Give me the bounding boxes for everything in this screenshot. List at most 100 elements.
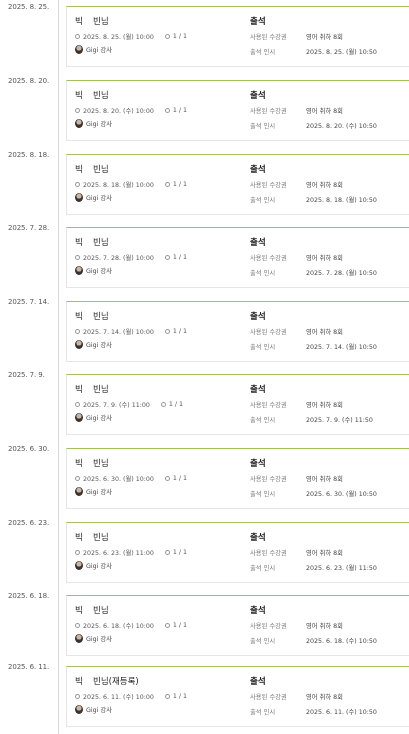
student-name-row: 빅 빈님 xyxy=(75,531,245,543)
student-surname: 빅 xyxy=(75,238,83,248)
clock-icon xyxy=(75,623,80,628)
teacher-name: Gigi 강사 xyxy=(86,635,112,643)
lesson-time: 2025. 8. 20. (수) 10:00 xyxy=(83,108,154,115)
lesson-count: 1 / 1 xyxy=(172,107,188,114)
lesson-time: 2025. 7. 14. (월) 10:00 xyxy=(83,329,154,336)
attendance-time-label: 출석 인시 xyxy=(250,417,276,424)
lesson-time: 2025. 6. 23. (월) 11:00 xyxy=(83,550,154,557)
attendance-time-value: 2025. 6. 23. (월) 11:50 xyxy=(306,565,377,572)
attendance-time-value: 2025. 6. 11. (수) 10:50 xyxy=(306,709,377,716)
used-ticket-label: 사용된 수강권 xyxy=(250,255,287,262)
used-ticket-label: 사용된 수강권 xyxy=(250,694,287,701)
clock-icon xyxy=(75,255,80,260)
teacher-name: Gigi 강사 xyxy=(86,414,112,422)
status-badge: 출석 xyxy=(250,533,266,543)
used-ticket-value: 영어 취하 8회 xyxy=(306,476,343,483)
attendance-time-value: 2025. 8. 18. (월) 10:50 xyxy=(306,197,377,204)
attendance-card[interactable]: 빅 빈님 2025. 8. 25. (월) 10:00 1 / 1 Gigi 강사 … xyxy=(66,6,409,67)
used-ticket-value: 영어 취하 8회 xyxy=(306,182,343,189)
teacher-avatar xyxy=(75,633,83,643)
attendance-card[interactable]: 빅 빈님 2025. 7. 9. (수) 11:00 1 / 1 Gigi 강사 출… xyxy=(66,374,409,435)
used-ticket-value: 영어 취하 8회 xyxy=(306,402,343,409)
clock-icon xyxy=(75,329,80,334)
attendance-card[interactable]: 빅 빈님 2025. 7. 14. (월) 10:00 1 / 1 Gigi 강사 … xyxy=(66,301,409,362)
clock-icon xyxy=(75,34,80,39)
teacher-avatar xyxy=(75,192,83,202)
attendance-time-value: 2025. 7. 14. (월) 10:50 xyxy=(306,344,377,351)
lesson-time: 2025. 6. 30. (월) 10:00 xyxy=(83,476,154,483)
teacher-avatar xyxy=(75,704,83,714)
attendance-card[interactable]: 빅 빈님 2025. 6. 30. (월) 10:00 1 / 1 Gigi 강사 … xyxy=(66,448,409,509)
status-badge: 출석 xyxy=(250,91,266,101)
lesson-time: 2025. 6. 18. (수) 10:00 xyxy=(83,623,154,630)
entry-date: 2025. 8. 20. xyxy=(8,77,50,85)
used-ticket-value: 영어 취하 8회 xyxy=(306,34,343,41)
used-ticket-value: 영어 취하 8회 xyxy=(306,108,343,115)
teacher-name: Gigi 강사 xyxy=(86,120,112,128)
student-name: 빈님 xyxy=(93,17,109,27)
attendance-time-label: 출석 인시 xyxy=(250,270,276,277)
timeline-entry: 2025. 7. 28. 빅 빈님 2025. 7. 28. (월) 10:00 1… xyxy=(0,221,409,295)
clock-icon xyxy=(75,182,80,187)
student-name: 빈님 xyxy=(93,238,109,248)
attendance-card[interactable]: 빅 빈님(재등록) 2025. 6. 11. (수) 10:00 1 / 1 Gig… xyxy=(66,666,409,727)
status-badge: 출석 xyxy=(250,165,266,175)
timeline-entry: 2025. 6. 30. 빅 빈님 2025. 6. 30. (월) 10:00 1… xyxy=(0,442,409,516)
used-ticket-label: 사용된 수강권 xyxy=(250,550,287,557)
teacher-name: Gigi 강사 xyxy=(86,562,112,570)
teacher-avatar xyxy=(75,44,83,54)
used-ticket-value: 영어 취하 8회 xyxy=(306,329,343,336)
teacher-avatar xyxy=(75,339,83,349)
attendance-time-label: 출석 인시 xyxy=(250,197,276,204)
person-icon xyxy=(164,476,170,481)
student-name-row: 빅 빈님 xyxy=(75,383,245,395)
clock-icon xyxy=(75,108,80,113)
entry-date: 2025. 6. 23. xyxy=(8,519,50,527)
status-badge: 출석 xyxy=(250,238,266,248)
attendance-card[interactable]: 빅 빈님 2025. 8. 18. (월) 10:00 1 / 1 Gigi 강사 … xyxy=(66,154,409,215)
entry-date: 2025. 6. 11. xyxy=(8,663,50,671)
student-surname: 빅 xyxy=(75,677,83,687)
clock-icon xyxy=(75,550,80,555)
status-badge: 출석 xyxy=(250,606,266,616)
teacher-avatar xyxy=(75,560,83,570)
timeline-entry: 2025. 6. 18. 빅 빈님 2025. 6. 18. (수) 10:00 1… xyxy=(0,589,409,663)
lesson-count: 1 / 1 xyxy=(172,328,188,335)
used-ticket-label: 사용된 수강권 xyxy=(250,182,287,189)
teacher-avatar xyxy=(75,265,83,275)
student-name-row: 빅 빈님 xyxy=(75,310,245,322)
person-icon xyxy=(164,329,170,334)
used-ticket-label: 사용된 수강권 xyxy=(250,476,287,483)
teacher-avatar xyxy=(75,118,83,128)
attendance-time-value: 2025. 8. 20. (수) 10:50 xyxy=(306,123,377,130)
attendance-card[interactable]: 빅 빈님 2025. 6. 23. (월) 11:00 1 / 1 Gigi 강사 … xyxy=(66,522,409,583)
lesson-count: 1 / 1 xyxy=(172,254,188,261)
lesson-time: 2025. 6. 11. (수) 10:00 xyxy=(83,694,154,701)
timeline-entry: 2025. 6. 11. 빅 빈님(재등록) 2025. 6. 11. (수) 1… xyxy=(0,660,409,734)
teacher-avatar xyxy=(75,486,83,496)
entry-date: 2025. 8. 18. xyxy=(8,151,50,159)
lesson-time: 2025. 7. 9. (수) 11:00 xyxy=(83,402,150,409)
person-icon xyxy=(164,182,170,187)
attendance-time-label: 출석 인시 xyxy=(250,491,276,498)
attendance-card[interactable]: 빅 빈님 2025. 6. 18. (수) 10:00 1 / 1 Gigi 강사 … xyxy=(66,595,409,656)
student-name-row: 빅 빈님 xyxy=(75,89,245,101)
used-ticket-value: 영어 취하 8회 xyxy=(306,550,343,557)
entry-date: 2025. 7. 14. xyxy=(8,298,50,306)
timeline-entry: 2025. 8. 25. 빅 빈님 2025. 8. 25. (월) 10:00 1… xyxy=(0,0,409,74)
clock-icon xyxy=(75,402,80,407)
used-ticket-label: 사용된 수강권 xyxy=(250,108,287,115)
entry-date: 2025. 8. 25. xyxy=(8,3,50,11)
status-badge: 출석 xyxy=(250,17,266,27)
attendance-time-label: 출석 인시 xyxy=(250,565,276,572)
attendance-card[interactable]: 빅 빈님 2025. 8. 20. (수) 10:00 1 / 1 Gigi 강사 … xyxy=(66,80,409,141)
lesson-count: 1 / 1 xyxy=(172,693,188,700)
teacher-name: Gigi 강사 xyxy=(86,488,112,496)
entry-date: 2025. 7. 28. xyxy=(8,224,50,232)
attendance-time-label: 출석 인시 xyxy=(250,123,276,130)
student-name: 빈님 xyxy=(93,385,109,395)
attendance-card[interactable]: 빅 빈님 2025. 7. 28. (월) 10:00 1 / 1 Gigi 강사 … xyxy=(66,227,409,288)
status-badge: 출석 xyxy=(250,459,266,469)
student-surname: 빅 xyxy=(75,312,83,322)
student-name: 빈님 xyxy=(93,91,109,101)
